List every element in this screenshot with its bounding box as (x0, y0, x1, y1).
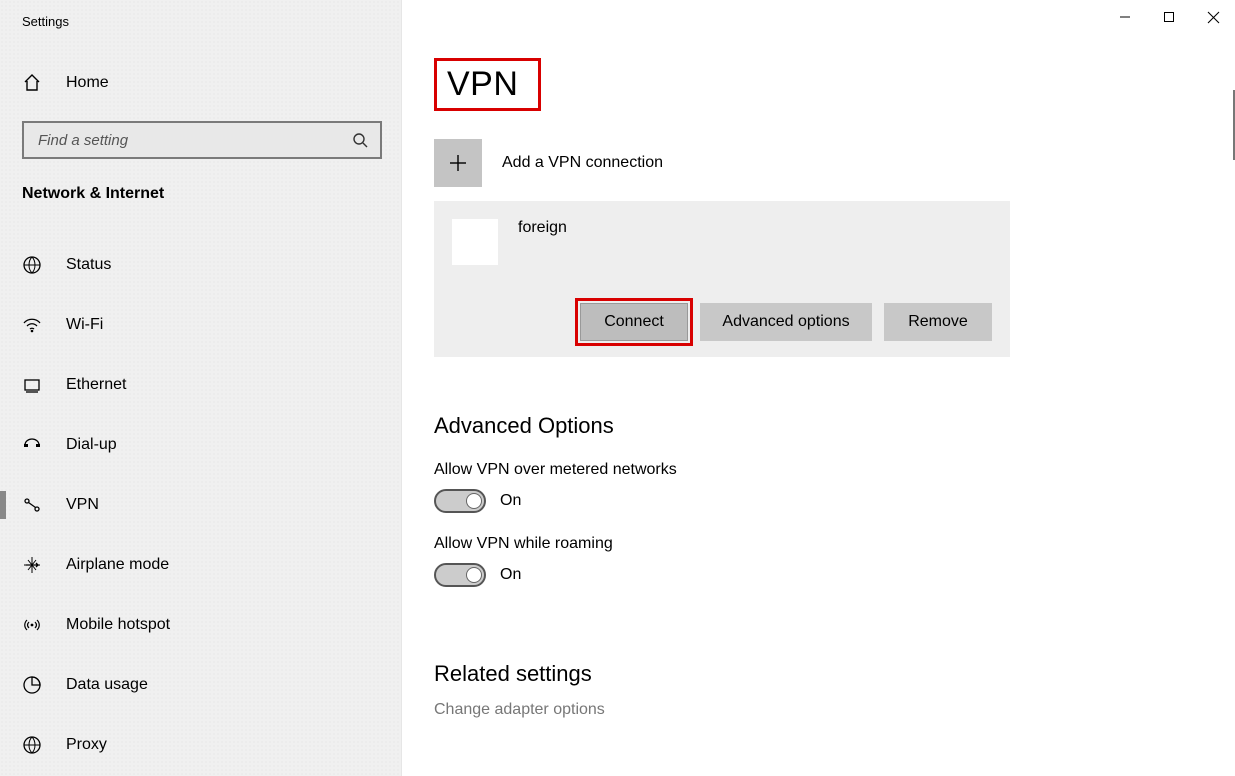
search-input[interactable] (36, 131, 344, 150)
sidebar: Settings Home Network & Internet Status … (0, 0, 402, 776)
vpn-icon (22, 495, 42, 515)
home-icon (22, 73, 42, 93)
ethernet-icon (22, 375, 42, 395)
nav-item-label: Status (66, 256, 111, 274)
window-controls (1103, 0, 1235, 34)
nav-item-label: Airplane mode (66, 556, 169, 574)
nav-item-dialup[interactable]: Dial-up (0, 415, 401, 475)
nav-item-airplane[interactable]: Airplane mode (0, 535, 401, 595)
sidebar-category: Network & Internet (0, 185, 401, 203)
close-button[interactable] (1191, 0, 1235, 34)
window-title: Settings (0, 14, 401, 29)
nav-home-label: Home (66, 74, 109, 92)
minimize-button[interactable] (1103, 0, 1147, 34)
maximize-button[interactable] (1147, 0, 1191, 34)
nav-item-ethernet[interactable]: Ethernet (0, 355, 401, 415)
nav-item-label: Dial-up (66, 436, 117, 454)
nav-item-label: Mobile hotspot (66, 616, 170, 634)
vpn-connection-icon (452, 219, 498, 265)
link-change-adapter[interactable]: Change adapter options (434, 701, 1203, 719)
vpn-connection-name: foreign (518, 219, 567, 237)
search-icon (352, 132, 368, 148)
airplane-icon (22, 555, 42, 575)
search-input-box[interactable] (22, 121, 382, 159)
data-usage-icon (22, 675, 42, 695)
toggle-roaming-state: On (500, 566, 521, 584)
nav-home[interactable]: Home (0, 63, 401, 103)
opt-roaming-label: Allow VPN while roaming (434, 535, 1203, 553)
nav-item-label: Ethernet (66, 376, 126, 394)
vpn-connection-entry[interactable]: foreign Connect Advanced options Remove (434, 201, 1010, 357)
dialup-icon (22, 435, 42, 455)
nav-item-vpn[interactable]: VPN (0, 475, 401, 535)
status-icon (22, 255, 42, 275)
nav-item-label: Data usage (66, 676, 148, 694)
advanced-options-heading: Advanced Options (434, 413, 1203, 439)
main-content: VPN Add a VPN connection foreign Connect… (402, 0, 1235, 776)
plus-icon (448, 153, 468, 173)
nav-list: Status Wi-Fi Ethernet Dial-up VPN (0, 235, 401, 775)
nav-item-datausage[interactable]: Data usage (0, 655, 401, 715)
search-container (0, 121, 401, 159)
add-vpn-button[interactable] (434, 139, 482, 187)
hotspot-icon (22, 615, 42, 635)
toggle-roaming[interactable] (434, 563, 486, 587)
remove-button[interactable]: Remove (884, 303, 992, 341)
page-title: VPN (434, 58, 541, 111)
advanced-options-button[interactable]: Advanced options (700, 303, 872, 341)
nav-item-wifi[interactable]: Wi-Fi (0, 295, 401, 355)
nav-item-label: Proxy (66, 736, 107, 754)
nav-item-status[interactable]: Status (0, 235, 401, 295)
related-settings-heading: Related settings (434, 661, 1203, 687)
nav-item-label: VPN (66, 496, 99, 514)
wifi-icon (22, 315, 42, 335)
add-vpn-row[interactable]: Add a VPN connection (434, 139, 1203, 187)
nav-item-proxy[interactable]: Proxy (0, 715, 401, 775)
toggle-metered-state: On (500, 492, 521, 510)
connect-button[interactable]: Connect (580, 303, 688, 341)
toggle-metered[interactable] (434, 489, 486, 513)
nav-item-hotspot[interactable]: Mobile hotspot (0, 595, 401, 655)
add-vpn-label: Add a VPN connection (502, 154, 663, 172)
opt-metered-label: Allow VPN over metered networks (434, 461, 1203, 479)
proxy-icon (22, 735, 42, 755)
nav-item-label: Wi-Fi (66, 316, 103, 334)
